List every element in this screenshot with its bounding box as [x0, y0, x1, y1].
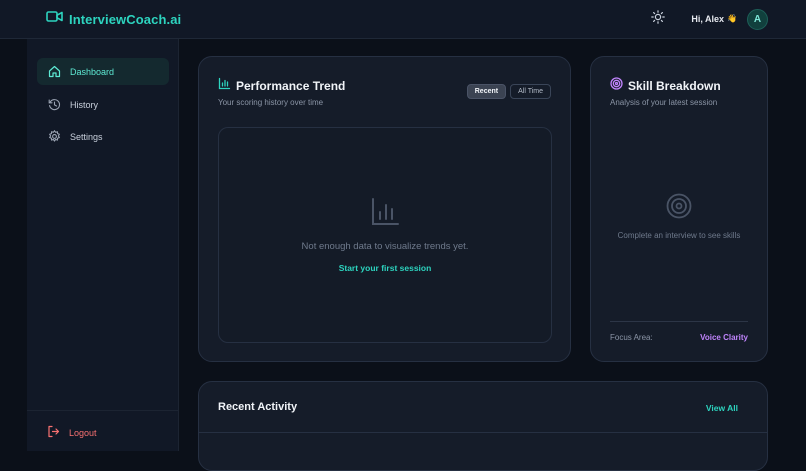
sidebar-item-label: Settings	[70, 131, 103, 142]
performance-trend-card: Performance Trend Your scoring history o…	[198, 56, 571, 362]
logout-icon	[47, 425, 60, 440]
sidebar-item-settings[interactable]: Settings	[37, 123, 169, 150]
sidebar-item-label: History	[70, 99, 99, 110]
focus-area: Focus Area: Voice Clarity	[610, 333, 748, 342]
focus-area-label: Focus Area:	[610, 333, 653, 342]
focus-area-value: Voice Clarity	[700, 333, 748, 342]
skill-title: Skill Breakdown	[628, 79, 721, 93]
sidebar-divider	[27, 410, 178, 411]
trend-empty-message: Not enough data to visualize trends yet.	[301, 241, 469, 252]
performance-subtitle: Your scoring history over time	[218, 98, 324, 107]
skill-subtitle: Analysis of your latest session	[610, 98, 718, 107]
start-session-link[interactable]: Start your first session	[339, 263, 432, 273]
skill-empty-message: Complete an interview to see skills	[617, 231, 741, 240]
greeting-text: Hi, Alex	[691, 14, 725, 24]
bar-chart-placeholder-icon	[370, 197, 400, 232]
view-all-link[interactable]: View All	[706, 403, 738, 413]
performance-title: Performance Trend	[236, 79, 346, 93]
recent-activity-card: Recent Activity View All	[198, 381, 768, 471]
history-icon	[47, 98, 61, 112]
top-bar: InterviewCoach.ai Hi, Alex 👋 A	[0, 0, 806, 39]
target-icon	[610, 77, 623, 95]
video-camera-icon	[46, 10, 63, 28]
brand[interactable]: InterviewCoach.ai	[46, 10, 181, 28]
sidebar-item-history[interactable]: History	[37, 91, 169, 118]
theme-toggle-button[interactable]	[649, 9, 667, 29]
wave-emoji: 👋	[727, 14, 737, 23]
logout-label: Logout	[69, 427, 97, 438]
time-range-toggle: Recent All Time	[466, 84, 551, 99]
recent-activity-title: Recent Activity	[218, 401, 298, 413]
avatar[interactable]: A	[747, 8, 768, 30]
gear-icon	[47, 130, 61, 144]
sidebar-item-label: Dashboard	[70, 66, 115, 77]
recent-activity-divider	[199, 432, 767, 433]
brand-name: InterviewCoach.ai	[69, 11, 182, 27]
tab-all-time[interactable]: All Time	[510, 84, 551, 99]
user-greeting: Hi, Alex 👋	[691, 14, 737, 24]
target-placeholder-icon	[666, 193, 692, 224]
skill-divider	[610, 321, 748, 322]
sidebar: Dashboard History Settings Logout	[27, 39, 179, 451]
tab-recent[interactable]: Recent	[466, 84, 507, 99]
home-icon	[47, 65, 61, 79]
logout-button[interactable]: Logout	[37, 420, 169, 445]
sidebar-item-dashboard[interactable]: Dashboard	[37, 58, 169, 85]
bar-chart-icon	[218, 77, 231, 95]
sun-icon	[651, 9, 666, 29]
trend-empty-state: Not enough data to visualize trends yet.…	[218, 127, 552, 343]
skill-breakdown-card: Skill Breakdown Analysis of your latest …	[590, 56, 768, 362]
